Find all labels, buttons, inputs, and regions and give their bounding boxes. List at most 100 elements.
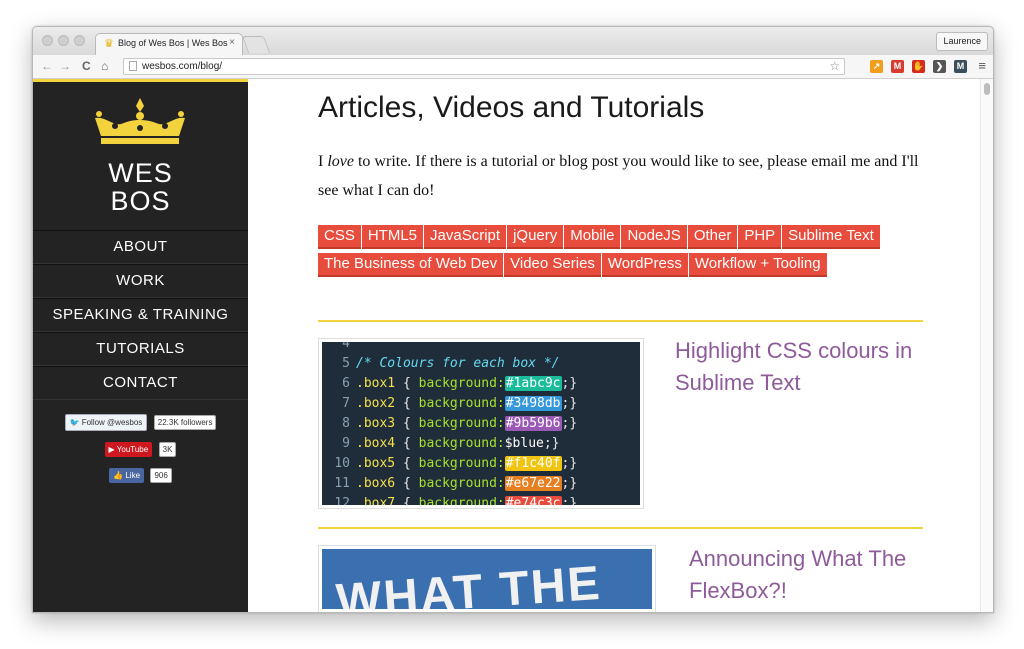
youtube-subscriber-count: 3K (158, 442, 177, 458)
home-icon[interactable]: ⌂ (101, 59, 108, 73)
code-line: 4 (322, 342, 356, 354)
pocket-ext-icon[interactable]: ❯ (933, 60, 946, 73)
code-property: background: (418, 396, 505, 411)
twitter-follower-count: 22.3K followers (153, 415, 217, 431)
zoom-window-button[interactable] (74, 35, 85, 46)
page-viewport: WES BOS ABOUT WORK SPEAKING & TRAINING T… (33, 79, 993, 612)
tag-link[interactable]: PHP (738, 225, 782, 249)
twitter-follow-button[interactable]: 🐦 Follow @wesbos (64, 414, 148, 432)
promo-image-text: WHAT THE (334, 556, 604, 609)
address-bar[interactable]: wesbos.com/blog/ ☆ (123, 58, 845, 75)
code-property: background: (418, 456, 505, 471)
url-text[interactable]: wesbos.com/blog/ (142, 61, 222, 72)
post-thumbnail[interactable]: 4 5 /* Colours for each box */ 6 .box1 { bac… (318, 338, 644, 509)
code-line: 9 .box4 { background:$blue;} (322, 434, 560, 454)
post-title-link[interactable]: Highlight CSS colours in Sublime Text (675, 335, 925, 399)
code-line: 6 .box1 { background:#1abc9c;} (322, 374, 577, 394)
facebook-like-label: Like (125, 471, 141, 481)
browser-window: ♛ Blog of Wes Bos | Wes Bos × Laurence ←… (32, 26, 994, 613)
nav-about[interactable]: ABOUT (33, 230, 248, 264)
facebook-like-count: 906 (150, 468, 172, 484)
tag-link[interactable]: Video Series (504, 253, 601, 277)
tag-link[interactable]: Sublime Text (782, 225, 880, 249)
code-brace: { (402, 456, 411, 471)
code-screenshot: 4 5 /* Colours for each box */ 6 .box1 { bac… (322, 342, 640, 505)
code-close-brace: ;} (543, 436, 560, 451)
tag-link[interactable]: JavaScript (424, 225, 507, 249)
code-selector: .box1 (356, 376, 396, 391)
nav-contact[interactable]: CONTACT (33, 366, 248, 400)
colour-value-swatch: #1abc9c (504, 376, 562, 391)
youtube-play-icon: ▶ (108, 445, 115, 455)
tab-close-icon[interactable]: × (229, 37, 235, 48)
category-tags: CSS HTML5 JavaScript jQuery Mobile NodeJS Othe… (318, 225, 928, 281)
twitter-follow-label: Follow @wesbos (81, 418, 143, 428)
nav-work[interactable]: WORK (33, 264, 248, 298)
new-tab-button[interactable] (241, 36, 271, 53)
line-number: 5 (342, 356, 350, 371)
colour-value-swatch: #e74c3c (504, 496, 562, 505)
nav-speaking-training[interactable]: SPEAKING & TRAINING (33, 298, 248, 332)
tag-link[interactable]: HTML5 (361, 225, 424, 249)
divider (318, 527, 923, 529)
analytics-ext-icon[interactable]: ↗ (870, 60, 883, 73)
code-close-brace: ;} (561, 376, 578, 391)
logo-text-wes[interactable]: WES (33, 158, 248, 189)
tag-link[interactable]: WordPress (601, 253, 688, 277)
code-line: 11 .box6 { background:#e67e22;} (322, 474, 577, 494)
line-number: 6 (342, 376, 350, 391)
bookmark-star-icon[interactable]: ☆ (829, 59, 840, 73)
colour-value-swatch: #3498db (504, 396, 562, 411)
page-scrollbar[interactable] (980, 79, 993, 612)
menu-icon[interactable]: ≡ (978, 58, 986, 73)
mail-ext-icon[interactable]: M (954, 60, 967, 73)
post-thumbnail[interactable]: WHAT THE (318, 545, 656, 612)
adblock-ext-icon[interactable]: ✋ (912, 60, 925, 73)
reload-icon[interactable]: C (82, 59, 91, 73)
code-selector: .box7 (356, 496, 396, 505)
code-close-brace: ;} (561, 476, 578, 491)
youtube-button[interactable]: ▶ YouTube (104, 442, 153, 458)
back-arrow-icon[interactable]: ← (41, 59, 53, 73)
code-property: background: (418, 376, 505, 391)
facebook-like-button[interactable]: 👍 Like (109, 468, 145, 484)
browser-tab[interactable]: ♛ Blog of Wes Bos | Wes Bos × (95, 33, 243, 55)
tag-link[interactable]: NodeJS (621, 225, 687, 249)
code-selector: .box4 (356, 436, 396, 451)
minimize-window-button[interactable] (58, 35, 69, 46)
code-line: 7 .box2 { background:#3498db;} (322, 394, 577, 414)
gmail-ext-icon[interactable]: M (891, 60, 904, 73)
profile-button[interactable]: Laurence (936, 32, 988, 51)
nav-tutorials[interactable]: TUTORIALS (33, 332, 248, 366)
post-title-link[interactable]: Announcing What The FlexBox?! (689, 543, 939, 607)
youtube-label: YouTube (116, 445, 149, 455)
logo-text-bos[interactable]: BOS (33, 186, 248, 217)
youtube-subscribe: ▶ YouTube 3K (33, 441, 248, 459)
flexbox-promo-image: WHAT THE (322, 549, 652, 609)
code-brace: { (402, 436, 411, 451)
scrollbar-thumb[interactable] (984, 83, 990, 95)
code-line: 5 /* Colours for each box */ (322, 354, 559, 374)
code-brace: { (402, 476, 411, 491)
thumbs-up-icon: 👍 (113, 471, 124, 481)
tag-link[interactable]: Workflow + Tooling (688, 253, 827, 277)
forward-arrow-icon[interactable]: → (59, 59, 71, 73)
tag-link[interactable]: Mobile (564, 225, 621, 249)
intro-text-end: to write. If there is a tutorial or blog… (318, 153, 919, 199)
code-selector: .box5 (356, 456, 396, 471)
line-number: 4 (342, 342, 350, 351)
code-brace: { (402, 416, 411, 431)
intro-paragraph: I love to write. If there is a tutorial … (318, 147, 928, 205)
page-title: Articles, Videos and Tutorials (318, 91, 705, 124)
crown-logo-icon[interactable] (91, 96, 189, 146)
line-number: 10 (334, 456, 350, 471)
line-number: 11 (334, 476, 350, 491)
code-property: background: (418, 496, 505, 505)
tag-link[interactable]: Other (687, 225, 738, 249)
tag-link[interactable]: The Business of Web Dev (318, 253, 504, 277)
code-property: background: (418, 436, 505, 451)
tag-link[interactable]: CSS (318, 225, 361, 249)
close-window-button[interactable] (42, 35, 53, 46)
page-icon (129, 61, 137, 71)
tag-link[interactable]: jQuery (507, 225, 564, 249)
